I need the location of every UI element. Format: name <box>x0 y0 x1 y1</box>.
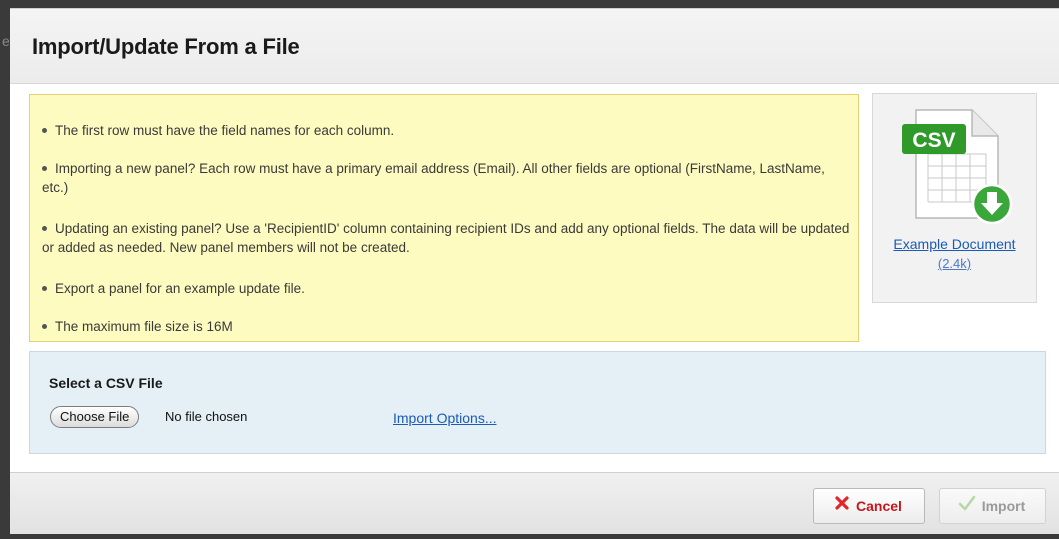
import-options-link[interactable]: Import Options... <box>393 410 496 426</box>
instruction-text: The maximum file size is 16M <box>55 319 233 334</box>
csv-badge-label: CSV <box>912 129 955 152</box>
file-status-text: No file chosen <box>165 409 248 424</box>
instruction-item: The first row must have the field names … <box>42 121 852 140</box>
background-text-fragment: e <box>2 33 10 49</box>
bullet-icon <box>42 285 47 291</box>
dialog-footer: Cancel Import <box>10 472 1059 534</box>
example-document-panel: CSV Example Document (2.4k) <box>872 93 1037 303</box>
example-document-link[interactable]: Example Document <box>873 236 1036 252</box>
file-select-label: Select a CSV File <box>49 375 163 391</box>
dialog-title: Import/Update From a File <box>32 34 300 59</box>
bullet-icon <box>42 165 47 171</box>
import-button-label: Import <box>981 498 1026 514</box>
bullet-icon <box>42 323 47 329</box>
dialog-title-bar: Import/Update From a File <box>10 9 1059 84</box>
instruction-item: Updating an existing panel? Use a 'Recip… <box>42 219 852 257</box>
instructions-box: The first row must have the field names … <box>29 94 859 342</box>
instruction-text: The first row must have the field names … <box>55 123 395 138</box>
cancel-button[interactable]: Cancel <box>813 488 925 524</box>
x-icon <box>834 489 850 523</box>
instruction-item: Export a panel for an example update fil… <box>42 279 852 298</box>
instruction-item: Importing a new panel? Each row must hav… <box>42 159 852 197</box>
instruction-text: Updating an existing panel? Use a 'Recip… <box>42 221 850 255</box>
checkmark-icon <box>958 489 976 523</box>
bullet-icon <box>42 225 47 231</box>
bullet-icon <box>42 127 47 133</box>
import-dialog: Import/Update From a File The first row … <box>10 8 1059 534</box>
csv-document-download-icon[interactable]: CSV <box>898 106 1018 236</box>
example-document-size[interactable]: (2.4k) <box>873 256 1036 271</box>
import-button[interactable]: Import <box>939 488 1046 524</box>
instruction-text: Importing a new panel? Each row must hav… <box>42 161 825 195</box>
file-select-section: Select a CSV File Choose File No file ch… <box>29 351 1046 454</box>
instruction-item: The maximum file size is 16M <box>42 317 852 336</box>
instruction-text: Export a panel for an example update fil… <box>55 281 305 296</box>
choose-file-button[interactable]: Choose File <box>50 406 140 428</box>
cancel-button-label: Cancel <box>856 498 902 514</box>
